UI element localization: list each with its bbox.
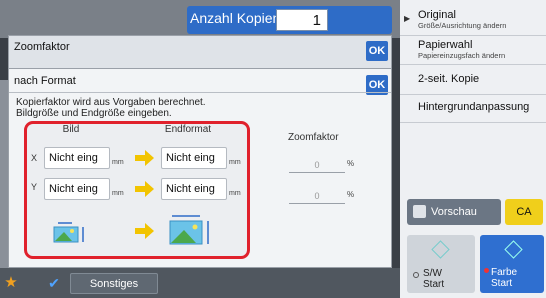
- item-subtitle: Papiereinzugsfach ändern: [418, 51, 506, 60]
- format-dialog-title: nach Format: [14, 75, 76, 87]
- clear-all-button[interactable]: CA: [505, 199, 543, 225]
- large-image-icon: [169, 215, 209, 245]
- divider: [400, 122, 546, 123]
- favorite-star-icon[interactable]: ★: [2, 272, 20, 294]
- item-title: 2-seit. Kopie: [418, 73, 480, 85]
- color-label: Farbe: [491, 267, 518, 278]
- image-x-input[interactable]: Nicht eing: [44, 147, 110, 169]
- zoom-x-value: 0: [289, 158, 345, 173]
- divider: [400, 94, 546, 95]
- preview-icon: [413, 205, 426, 218]
- radio-icon: [413, 272, 419, 278]
- image-y-input[interactable]: Nicht eing: [44, 178, 110, 200]
- x-axis-label: X: [31, 153, 38, 163]
- divider: [9, 92, 391, 93]
- unit-label: mm: [229, 159, 241, 166]
- item-subtitle: Größe/Ausrichtung ändern: [418, 21, 507, 30]
- right-panel-item-duplex[interactable]: 2-seit. Kopie: [400, 73, 546, 85]
- small-image-icon: [53, 222, 84, 243]
- start-icon: [431, 240, 450, 259]
- item-title: Original: [418, 9, 456, 21]
- left-strip: [0, 80, 8, 270]
- percent-label: %: [347, 159, 355, 168]
- bw-label: S/W: [423, 268, 442, 279]
- right-panel-item-original[interactable]: Original Größe/Ausrichtung ändern: [400, 9, 546, 30]
- other-button[interactable]: Sonstiges: [70, 273, 158, 294]
- right-panel-item-background[interactable]: Hintergrundanpassung: [400, 101, 546, 113]
- divider: [400, 35, 546, 36]
- unit-label: mm: [112, 159, 124, 166]
- final-x-input[interactable]: Nicht eing: [161, 147, 227, 169]
- arrow-right-icon: [135, 223, 154, 239]
- image-column-header: Bild: [62, 124, 80, 135]
- color-start-button[interactable]: Farbe Start: [480, 235, 544, 293]
- zoom-y-value: 0: [289, 189, 345, 204]
- check-icon[interactable]: ✔: [42, 273, 66, 293]
- info-text: Kopierfaktor wird aus Vorgaben berechnet…: [16, 97, 356, 119]
- percent-label: %: [347, 190, 355, 199]
- arrow-right-icon: [135, 150, 154, 166]
- start-label: Start: [491, 278, 513, 289]
- unit-label: mm: [229, 190, 241, 197]
- zoom-dialog-title: Zoomfaktor: [14, 41, 70, 53]
- start-icon: [504, 240, 523, 259]
- arrow-right-icon: [135, 181, 154, 197]
- final-column-header: Endformat: [164, 124, 212, 135]
- bw-start-button[interactable]: S/W Start: [407, 235, 475, 293]
- right-panel-item-paper[interactable]: Papierwahl Papiereinzugsfach ändern: [400, 39, 546, 60]
- info-line-1: Kopierfaktor wird aus Vorgaben berechnet…: [16, 97, 206, 108]
- y-axis-label: Y: [31, 182, 38, 192]
- copies-input[interactable]: 1: [276, 9, 328, 31]
- final-y-input[interactable]: Nicht eing: [161, 178, 227, 200]
- zoom-ok-button[interactable]: OK: [366, 41, 388, 61]
- info-line-2: Bildgröße und Endgröße eingeben.: [16, 108, 172, 119]
- unit-label: mm: [112, 190, 124, 197]
- divider: [400, 64, 546, 65]
- item-title: Hintergrundanpassung: [418, 101, 530, 113]
- zoom-column-header: Zoomfaktor: [288, 132, 339, 143]
- start-label: Start: [423, 279, 445, 290]
- copies-label: Anzahl Kopien: [190, 10, 281, 26]
- item-title: Papierwahl: [418, 39, 473, 51]
- color-dot-icon: [484, 268, 489, 273]
